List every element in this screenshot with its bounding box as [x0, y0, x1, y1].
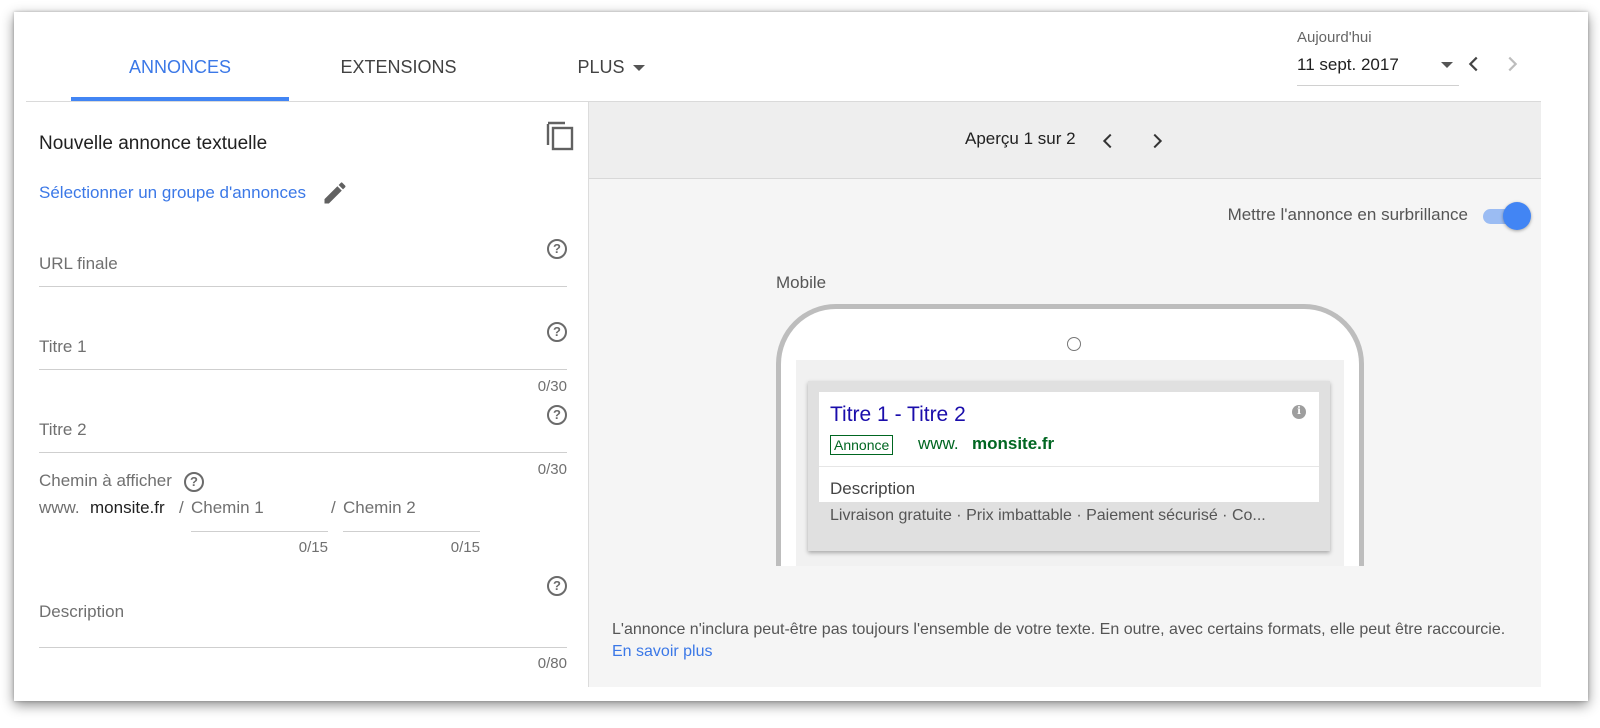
date-select[interactable]: 11 sept. 2017 [1297, 52, 1459, 86]
help-icon[interactable]: ? [547, 239, 567, 259]
display-path-domain: monsite.fr [90, 498, 165, 517]
title1-counter: 0/30 [537, 378, 567, 395]
highlight-toggle-label: Mettre l'annonce en surbrillance [1227, 205, 1468, 224]
phone-camera-icon [1067, 337, 1081, 351]
copy-icon[interactable] [545, 119, 575, 151]
date-value: 11 sept. 2017 [1297, 55, 1399, 74]
path2-placeholder: Chemin 2 [343, 498, 416, 517]
chevron-right-icon [1153, 133, 1163, 149]
final-url-placeholder: URL finale [39, 254, 118, 273]
chevron-left-icon [1102, 133, 1112, 149]
help-icon[interactable]: ? [547, 322, 567, 342]
path1-placeholder: Chemin 1 [191, 498, 264, 517]
caret-down-icon [1441, 62, 1453, 68]
tab-annonces[interactable]: ANNONCES [71, 12, 289, 102]
description-counter: 0/80 [537, 655, 567, 672]
help-icon[interactable]: ? [184, 472, 204, 492]
ad-badge: Annonce [830, 435, 894, 455]
chevron-right-icon [1508, 56, 1518, 72]
preview-panel: Aperçu 1 sur 2 Mettre l'annonce en surbr… [589, 102, 1541, 687]
display-path-label: Chemin à afficher [39, 471, 172, 490]
path1-counter: 0/15 [298, 539, 328, 556]
date-next-button[interactable] [1501, 53, 1523, 75]
path-separator: / [331, 498, 336, 517]
phone-screen: Titre 1 - Titre 2 i Annonce www. monsite… [796, 360, 1344, 566]
highlight-toggle[interactable] [1481, 202, 1531, 230]
toggle-knob [1503, 202, 1531, 230]
date-prev-button[interactable] [1463, 53, 1485, 75]
help-icon[interactable]: ? [547, 405, 567, 425]
preview-prev-button[interactable] [1097, 130, 1119, 152]
title2-field[interactable]: Titre 2 [39, 409, 567, 453]
title2-counter: 0/30 [537, 461, 567, 478]
top-tab-bar: ANNONCES EXTENSIONS PLUS Aujourd'hui 11 … [26, 12, 1541, 102]
display-path-prefix: www. [39, 498, 80, 517]
ad-url-domain: monsite.fr [972, 434, 1055, 453]
disclaimer-text: L'annonce n'inclura peut-être pas toujou… [612, 621, 1506, 638]
learn-more-link[interactable]: En savoir plus [612, 643, 713, 660]
preview-counter: Aperçu 1 sur 2 [965, 129, 1076, 148]
path2-counter: 0/15 [450, 539, 480, 556]
title2-placeholder: Titre 2 [39, 420, 87, 439]
ad-preview-description: Description [830, 479, 916, 498]
ad-editor-window: ANNONCES EXTENSIONS PLUS Aujourd'hui 11 … [14, 12, 1588, 701]
ad-preview-extensions: Livraison gratuite · Prix imbattable · P… [830, 507, 1266, 524]
tab-plus[interactable]: PLUS [556, 12, 666, 102]
path1-field[interactable]: Chemin 1 [191, 492, 328, 532]
date-label: Aujourd'hui [1297, 29, 1372, 46]
mobile-phone-frame: Titre 1 - Titre 2 i Annonce www. monsite… [776, 304, 1364, 566]
preview-disclaimer: L'annonce n'inclura peut-être pas toujou… [612, 619, 1522, 663]
ad-form-panel: Nouvelle annonce textuelle Sélectionner … [26, 102, 588, 687]
title1-field[interactable]: Titre 1 [39, 326, 567, 370]
title1-placeholder: Titre 1 [39, 337, 87, 356]
info-icon[interactable]: i [1292, 405, 1306, 419]
description-field[interactable]: Description [39, 591, 567, 648]
ad-preview-content: Titre 1 - Titre 2 i Annonce www. monsite… [819, 392, 1319, 502]
ad-separator [819, 466, 1319, 467]
chevron-left-icon [1468, 56, 1478, 72]
tab-plus-label: PLUS [577, 57, 625, 77]
tab-extensions[interactable]: EXTENSIONS [316, 12, 481, 102]
active-tab-indicator [71, 97, 289, 101]
help-icon[interactable]: ? [547, 576, 567, 596]
device-label: Mobile [776, 273, 827, 292]
ad-preview-title[interactable]: Titre 1 - Titre 2 [830, 403, 966, 427]
preview-next-button[interactable] [1146, 130, 1168, 152]
form-title: Nouvelle annonce textuelle [39, 133, 268, 154]
select-ad-group-link[interactable]: Sélectionner un groupe d'annonces [39, 183, 306, 203]
ad-url-prefix: www. [918, 434, 959, 453]
ad-preview-card: Titre 1 - Titre 2 i Annonce www. monsite… [808, 381, 1330, 551]
preview-header: Aperçu 1 sur 2 [589, 102, 1541, 179]
path2-field[interactable]: Chemin 2 [343, 492, 480, 532]
final-url-field[interactable]: URL finale [39, 243, 567, 287]
pencil-icon[interactable] [321, 179, 349, 207]
path-separator: / [179, 498, 184, 517]
caret-down-icon [632, 65, 645, 72]
description-placeholder: Description [39, 602, 125, 621]
